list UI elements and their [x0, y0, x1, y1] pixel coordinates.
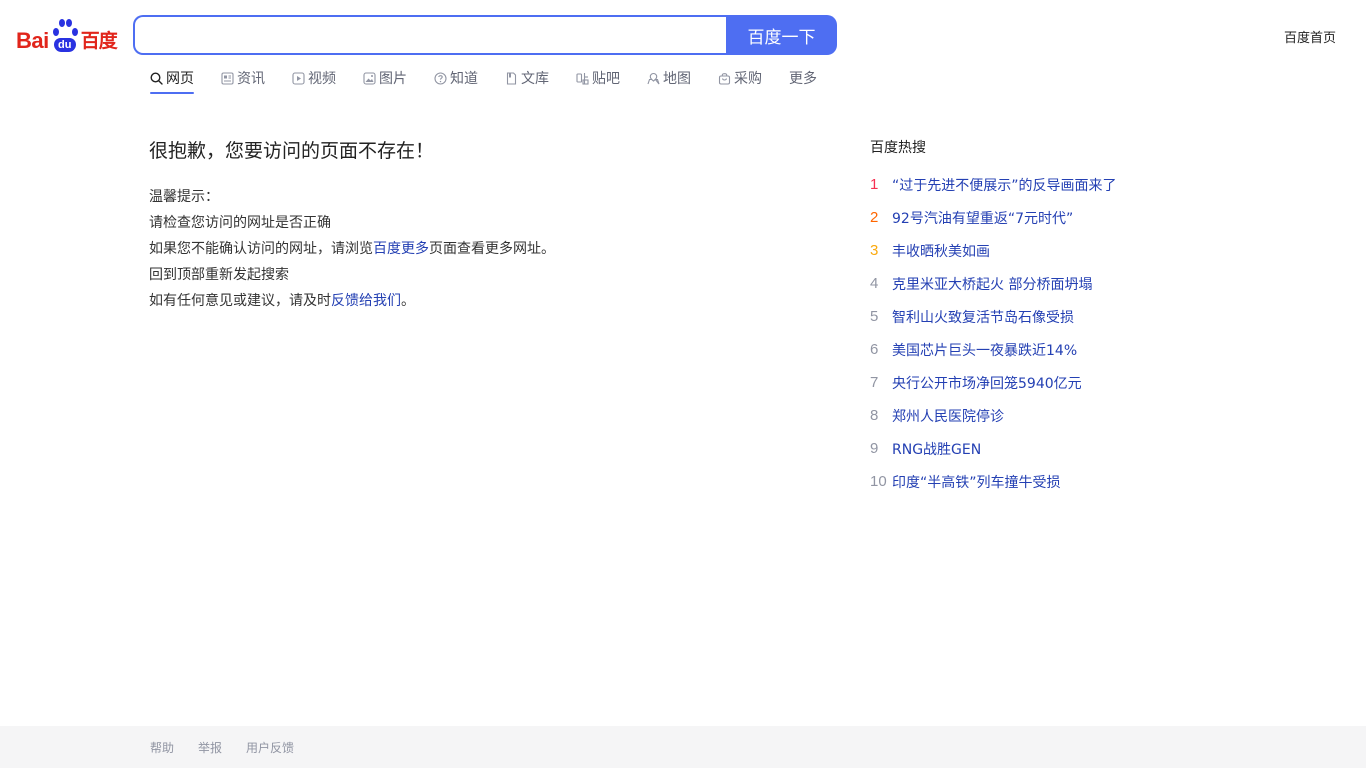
tab-label: 采购 [734, 71, 762, 87]
tip-feedback-prefix: 如有任何意见或建议，请及时 [149, 293, 331, 309]
news-icon [221, 71, 234, 85]
hot-search-link[interactable]: RNG战胜GEN [892, 439, 981, 459]
hot-rank: 8 [870, 407, 879, 424]
search-tabs: 网页 资讯 视频 图片 知道 文库 贴吧 地图 采购 更多 [150, 68, 844, 96]
feedback-link[interactable]: 反馈给我们 [331, 293, 401, 309]
hot-search-item: 3 丰收晒秋美如画 [870, 234, 1170, 267]
hot-search-item: 1 “过于先进不便展示”的反导画面来了 [870, 168, 1170, 201]
tab-more[interactable]: 更多 [789, 68, 817, 88]
hot-search-link[interactable]: 智利山火致复活节岛石像受损 [892, 307, 1074, 327]
hot-search-item: 7 央行公开市场净回笼5940亿元 [870, 366, 1170, 399]
hot-search-panel: 百度热搜 1 “过于先进不便展示”的反导画面来了 2 92号汽油有望重返“7元时… [870, 138, 1170, 498]
video-icon [292, 71, 305, 85]
footer-report-link[interactable]: 举报 [198, 739, 222, 756]
tip-search-again: 回到顶部重新发起搜索 [149, 267, 289, 283]
tab-label: 更多 [789, 71, 817, 87]
hot-rank: 3 [870, 242, 879, 259]
hot-rank: 7 [870, 374, 879, 391]
hot-rank: 5 [870, 308, 879, 325]
hot-search-item: 4 克里米亚大桥起火 部分桥面坍塌 [870, 267, 1170, 300]
tip-browse-suffix: 页面查看更多网址。 [429, 241, 555, 257]
logo-du-text: du [53, 38, 76, 52]
hot-rank: 1 [870, 176, 879, 193]
baidu-logo[interactable]: Bai du 百度 [16, 18, 118, 52]
tab-label: 地图 [663, 71, 691, 87]
map-icon [647, 72, 660, 84]
question-icon [434, 71, 447, 85]
paw-icon: du [50, 18, 80, 52]
tab-label: 知道 [450, 71, 478, 87]
shopping-bag-icon [718, 72, 731, 85]
hot-search-item: 5 智利山火致复活节岛石像受损 [870, 300, 1170, 333]
hot-rank: 10 [870, 473, 887, 490]
hot-rank: 2 [870, 209, 879, 226]
hot-search-item: 6 美国芯片巨头一夜暴跌近14% [870, 333, 1170, 366]
footer-feedback-link[interactable]: 用户反馈 [246, 739, 294, 756]
tab-label: 文库 [521, 71, 549, 87]
search-icon [150, 71, 163, 85]
tab-label: 图片 [379, 71, 407, 87]
tab-wenku[interactable]: 文库 [505, 68, 549, 88]
tieba-icon [576, 72, 589, 85]
baidu-more-link[interactable]: 百度更多 [373, 241, 429, 257]
error-tips: 温馨提示： 请检查您访问的网址是否正确 如果您不能确认访问的网址，请浏览百度更多… [149, 184, 555, 314]
tip-browse-prefix: 如果您不能确认访问的网址，请浏览 [149, 241, 373, 257]
hot-search-item: 2 92号汽油有望重返“7元时代” [870, 201, 1170, 234]
hot-search-item: 10 印度“半高铁”列车撞牛受损 [870, 465, 1170, 498]
hot-search-link[interactable]: 克里米亚大桥起火 部分桥面坍塌 [892, 274, 1092, 294]
tab-news[interactable]: 资讯 [221, 68, 265, 88]
search-button[interactable]: 百度一下 [726, 15, 837, 55]
image-icon [363, 71, 376, 85]
tab-zhidao[interactable]: 知道 [434, 68, 478, 88]
hot-search-list: 1 “过于先进不便展示”的反导画面来了 2 92号汽油有望重返“7元时代” 3 … [870, 168, 1170, 498]
baidu-home-link[interactable]: 百度首页 [1284, 27, 1336, 46]
tip-check-url: 请检查您访问的网址是否正确 [149, 215, 331, 231]
tab-map[interactable]: 地图 [647, 68, 691, 88]
tab-image[interactable]: 图片 [363, 68, 407, 88]
hot-search-link[interactable]: “过于先进不便展示”的反导画面来了 [892, 175, 1117, 195]
footer-links: 帮助 举报 用户反馈 [150, 739, 318, 756]
tip-feedback: 如有任何意见或建议，请及时反馈给我们。 [149, 288, 555, 314]
hot-search-title: 百度热搜 [870, 140, 926, 156]
hot-rank: 4 [870, 275, 879, 292]
logo-latin-text: Bai [16, 28, 49, 53]
footer: 帮助 举报 用户反馈 [0, 726, 1366, 768]
tip-browse-more: 如果您不能确认访问的网址，请浏览百度更多页面查看更多网址。 [149, 236, 555, 262]
search-form: 百度一下 [133, 15, 837, 55]
tab-label: 资讯 [237, 71, 265, 87]
tab-video[interactable]: 视频 [292, 68, 336, 88]
hot-search-item: 8 郑州人民医院停诊 [870, 399, 1170, 432]
logo-chinese-text: 百度 [80, 30, 118, 52]
hot-search-link[interactable]: 丰收晒秋美如画 [892, 241, 990, 261]
hot-search-item: 9 RNG战胜GEN [870, 432, 1170, 465]
error-title: 很抱歉，您要访问的页面不存在！ [149, 140, 435, 162]
page: Bai du 百度 百度一下 百度首页 网页 资讯 视频 图片 知道 文库 贴吧… [0, 0, 1366, 768]
hot-rank: 6 [870, 341, 879, 358]
search-input[interactable] [133, 15, 726, 55]
tab-label: 视频 [308, 71, 336, 87]
document-icon [506, 71, 517, 85]
tab-label: 网页 [166, 71, 194, 87]
tab-tieba[interactable]: 贴吧 [576, 68, 620, 88]
tip-feedback-suffix: 。 [401, 293, 415, 309]
tab-caigou[interactable]: 采购 [718, 68, 762, 88]
hot-rank: 9 [870, 440, 879, 457]
hot-search-link[interactable]: 印度“半高铁”列车撞牛受损 [892, 472, 1061, 492]
tab-label: 贴吧 [592, 71, 620, 87]
tab-web[interactable]: 网页 [150, 68, 194, 94]
hot-search-link[interactable]: 美国芯片巨头一夜暴跌近14% [892, 340, 1077, 360]
footer-help-link[interactable]: 帮助 [150, 739, 174, 756]
tips-heading: 温馨提示： [149, 189, 219, 205]
hot-search-link[interactable]: 央行公开市场净回笼5940亿元 [892, 373, 1082, 393]
hot-search-link[interactable]: 92号汽油有望重返“7元时代” [892, 208, 1073, 228]
hot-search-link[interactable]: 郑州人民医院停诊 [892, 406, 1004, 426]
